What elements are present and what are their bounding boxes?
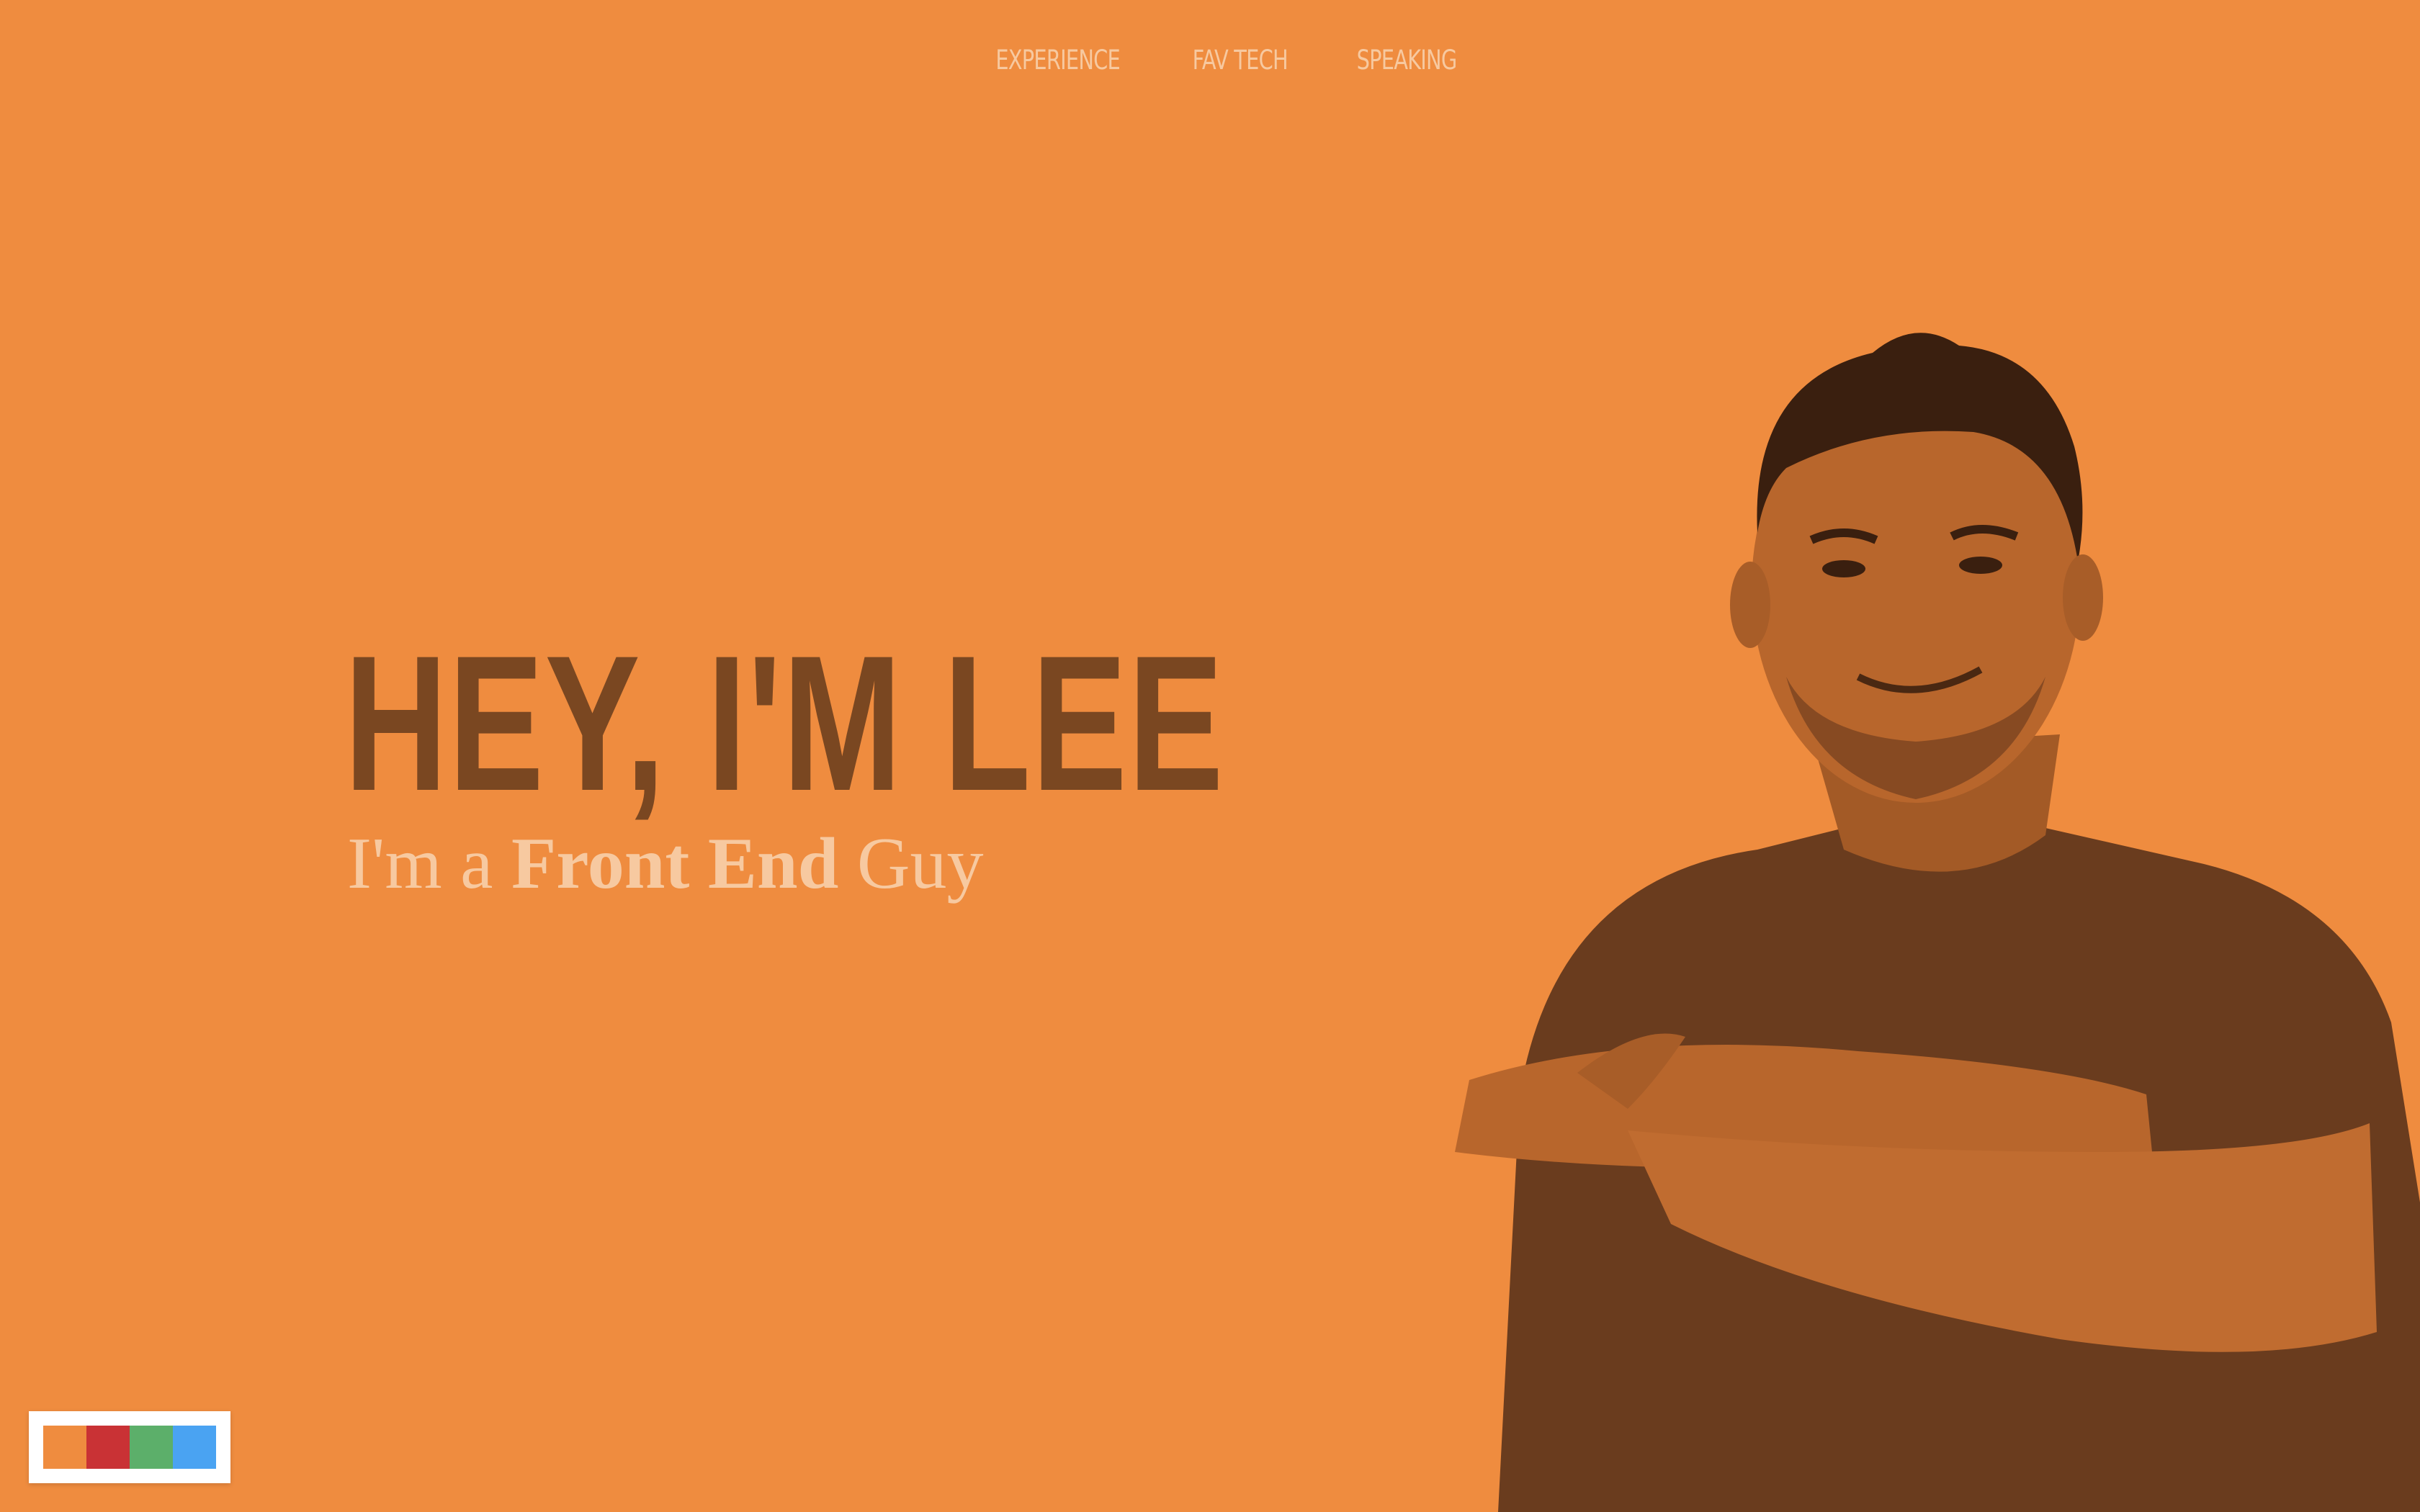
top-nav: EXPERIENCE FAV TECH SPEAKING: [0, 45, 2420, 76]
swatch-green[interactable]: [130, 1426, 173, 1469]
nav-link-fav-tech[interactable]: FAV TECH: [1193, 45, 1289, 76]
theme-swatch-picker: [29, 1411, 230, 1483]
swatch-blue[interactable]: [173, 1426, 216, 1469]
tagline-suffix: Guy: [838, 823, 984, 904]
hero-section: HEY, I'M LEE I'm a Front End Guy: [344, 626, 1353, 904]
nav-link-speaking[interactable]: SPEAKING: [1357, 45, 1458, 76]
nav-link-experience[interactable]: EXPERIENCE: [995, 45, 1120, 76]
left-ear: [1730, 562, 1770, 648]
swatch-orange[interactable]: [43, 1426, 86, 1469]
left-eye: [1822, 560, 1865, 577]
tagline-emphasis: Front End: [511, 823, 839, 904]
swatch-red[interactable]: [86, 1426, 130, 1469]
portrait-photo: [1455, 333, 2420, 1512]
tagline-prefix: I'm a: [347, 823, 511, 904]
hero-tagline: I'm a Front End Guy: [344, 823, 1353, 904]
right-eye: [1959, 557, 2002, 574]
hero-title: HEY, I'M LEE: [344, 615, 1225, 831]
right-ear: [2063, 554, 2103, 641]
